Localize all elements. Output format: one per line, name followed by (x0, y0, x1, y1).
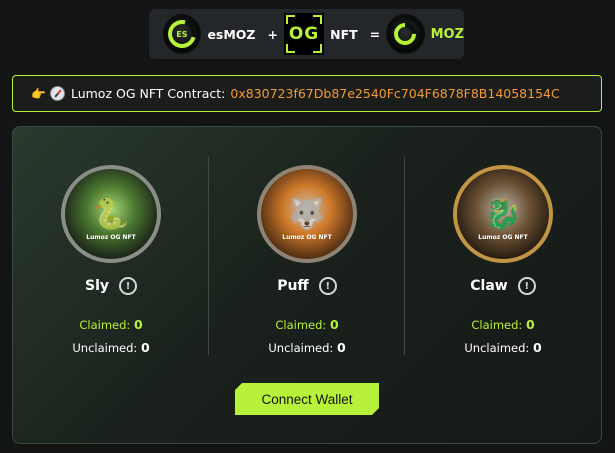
nft-card: 🐍 Lumoz OG NFT Sly ! Claimed: 0 Unclaime… (12, 126, 602, 444)
unclaimed-value: 0 (336, 340, 346, 355)
nft-name: Puff (277, 278, 309, 294)
claimed-label: Claimed: (275, 318, 327, 332)
plus-sign: + (267, 26, 278, 42)
unclaimed-label: Unclaimed: (464, 341, 530, 355)
nft-name-row: Puff ! (277, 277, 337, 295)
claimed-value: 0 (329, 317, 339, 332)
claimed-stat: Claimed: 0 (79, 317, 142, 332)
claimed-stat: Claimed: 0 (275, 317, 338, 332)
esmoz-coin-icon: ES (163, 14, 202, 54)
nft-column-sly: 🐍 Lumoz OG NFT Sly ! Claimed: 0 Unclaime… (13, 155, 209, 355)
pointing-hand-icon: 👉 (31, 86, 46, 101)
puff-nft-image: 🐺 Lumoz OG NFT (257, 165, 357, 263)
token-formula: ES esMOZ + OG NFT = MOZ (149, 9, 464, 59)
nft-name: Sly (84, 278, 109, 294)
nft-name: Claw (470, 278, 508, 294)
medal-text: Lumoz OG NFT (282, 234, 332, 241)
compass-icon (49, 86, 65, 101)
unclaimed-stat: Unclaimed: 0 (72, 340, 149, 355)
unclaimed-stat: Unclaimed: 0 (268, 340, 345, 355)
unclaimed-label: Unclaimed: (72, 341, 138, 355)
og-badge-label: OG (288, 24, 320, 44)
unclaimed-label: Unclaimed: (268, 341, 334, 355)
medal-text: Lumoz OG NFT (478, 234, 528, 241)
esmoz-label: esMOZ (207, 26, 256, 42)
nft-name-row: Sly ! (85, 277, 137, 295)
snake-emblem-icon: 🐍 (92, 196, 130, 232)
unclaimed-value: 0 (140, 340, 150, 355)
og-badge-icon: OG (283, 13, 325, 55)
contract-address[interactable]: 0x830723f67Db87e2540Fc704F6878F8B1405815… (230, 86, 559, 101)
nft-name-row: Claw ! (470, 277, 536, 295)
claimed-label: Claimed: (79, 318, 131, 332)
equals-sign: = (369, 26, 381, 42)
info-icon[interactable]: ! (318, 277, 337, 295)
nft-column-claw: 🐉 Lumoz OG NFT Claw ! Claimed: 0 Unclaim… (405, 155, 601, 355)
claw-nft-image: 🐉 Lumoz OG NFT (453, 165, 553, 263)
moz-label: MOZ (430, 26, 465, 42)
claimed-value: 0 (525, 317, 535, 332)
esmoz-coin-label: ES (176, 29, 188, 39)
unclaimed-value: 0 (532, 340, 542, 355)
unclaimed-stat: Unclaimed: 0 (464, 340, 541, 355)
connect-wallet-button[interactable]: Connect Wallet (235, 383, 379, 415)
contract-label: Lumoz OG NFT Contract: (70, 86, 226, 101)
claimed-value: 0 (133, 317, 143, 332)
info-icon[interactable]: ! (119, 277, 137, 295)
claimed-stat: Claimed: 0 (471, 317, 534, 332)
contract-banner: 👉 Lumoz OG NFT Contract: 0x830723f67Db87… (12, 75, 602, 112)
moz-coin-icon (386, 14, 425, 54)
info-icon[interactable]: ! (517, 277, 536, 295)
wolf-emblem-icon: 🐺 (288, 196, 326, 232)
medal-text: Lumoz OG NFT (86, 234, 136, 241)
nft-label: NFT (330, 26, 358, 42)
sly-nft-image: 🐍 Lumoz OG NFT (61, 165, 161, 263)
nft-column-puff: 🐺 Lumoz OG NFT Puff ! Claimed: 0 Unclaim… (209, 155, 405, 355)
claimed-label: Claimed: (471, 318, 523, 332)
dragon-emblem-icon: 🐉 (484, 196, 522, 232)
